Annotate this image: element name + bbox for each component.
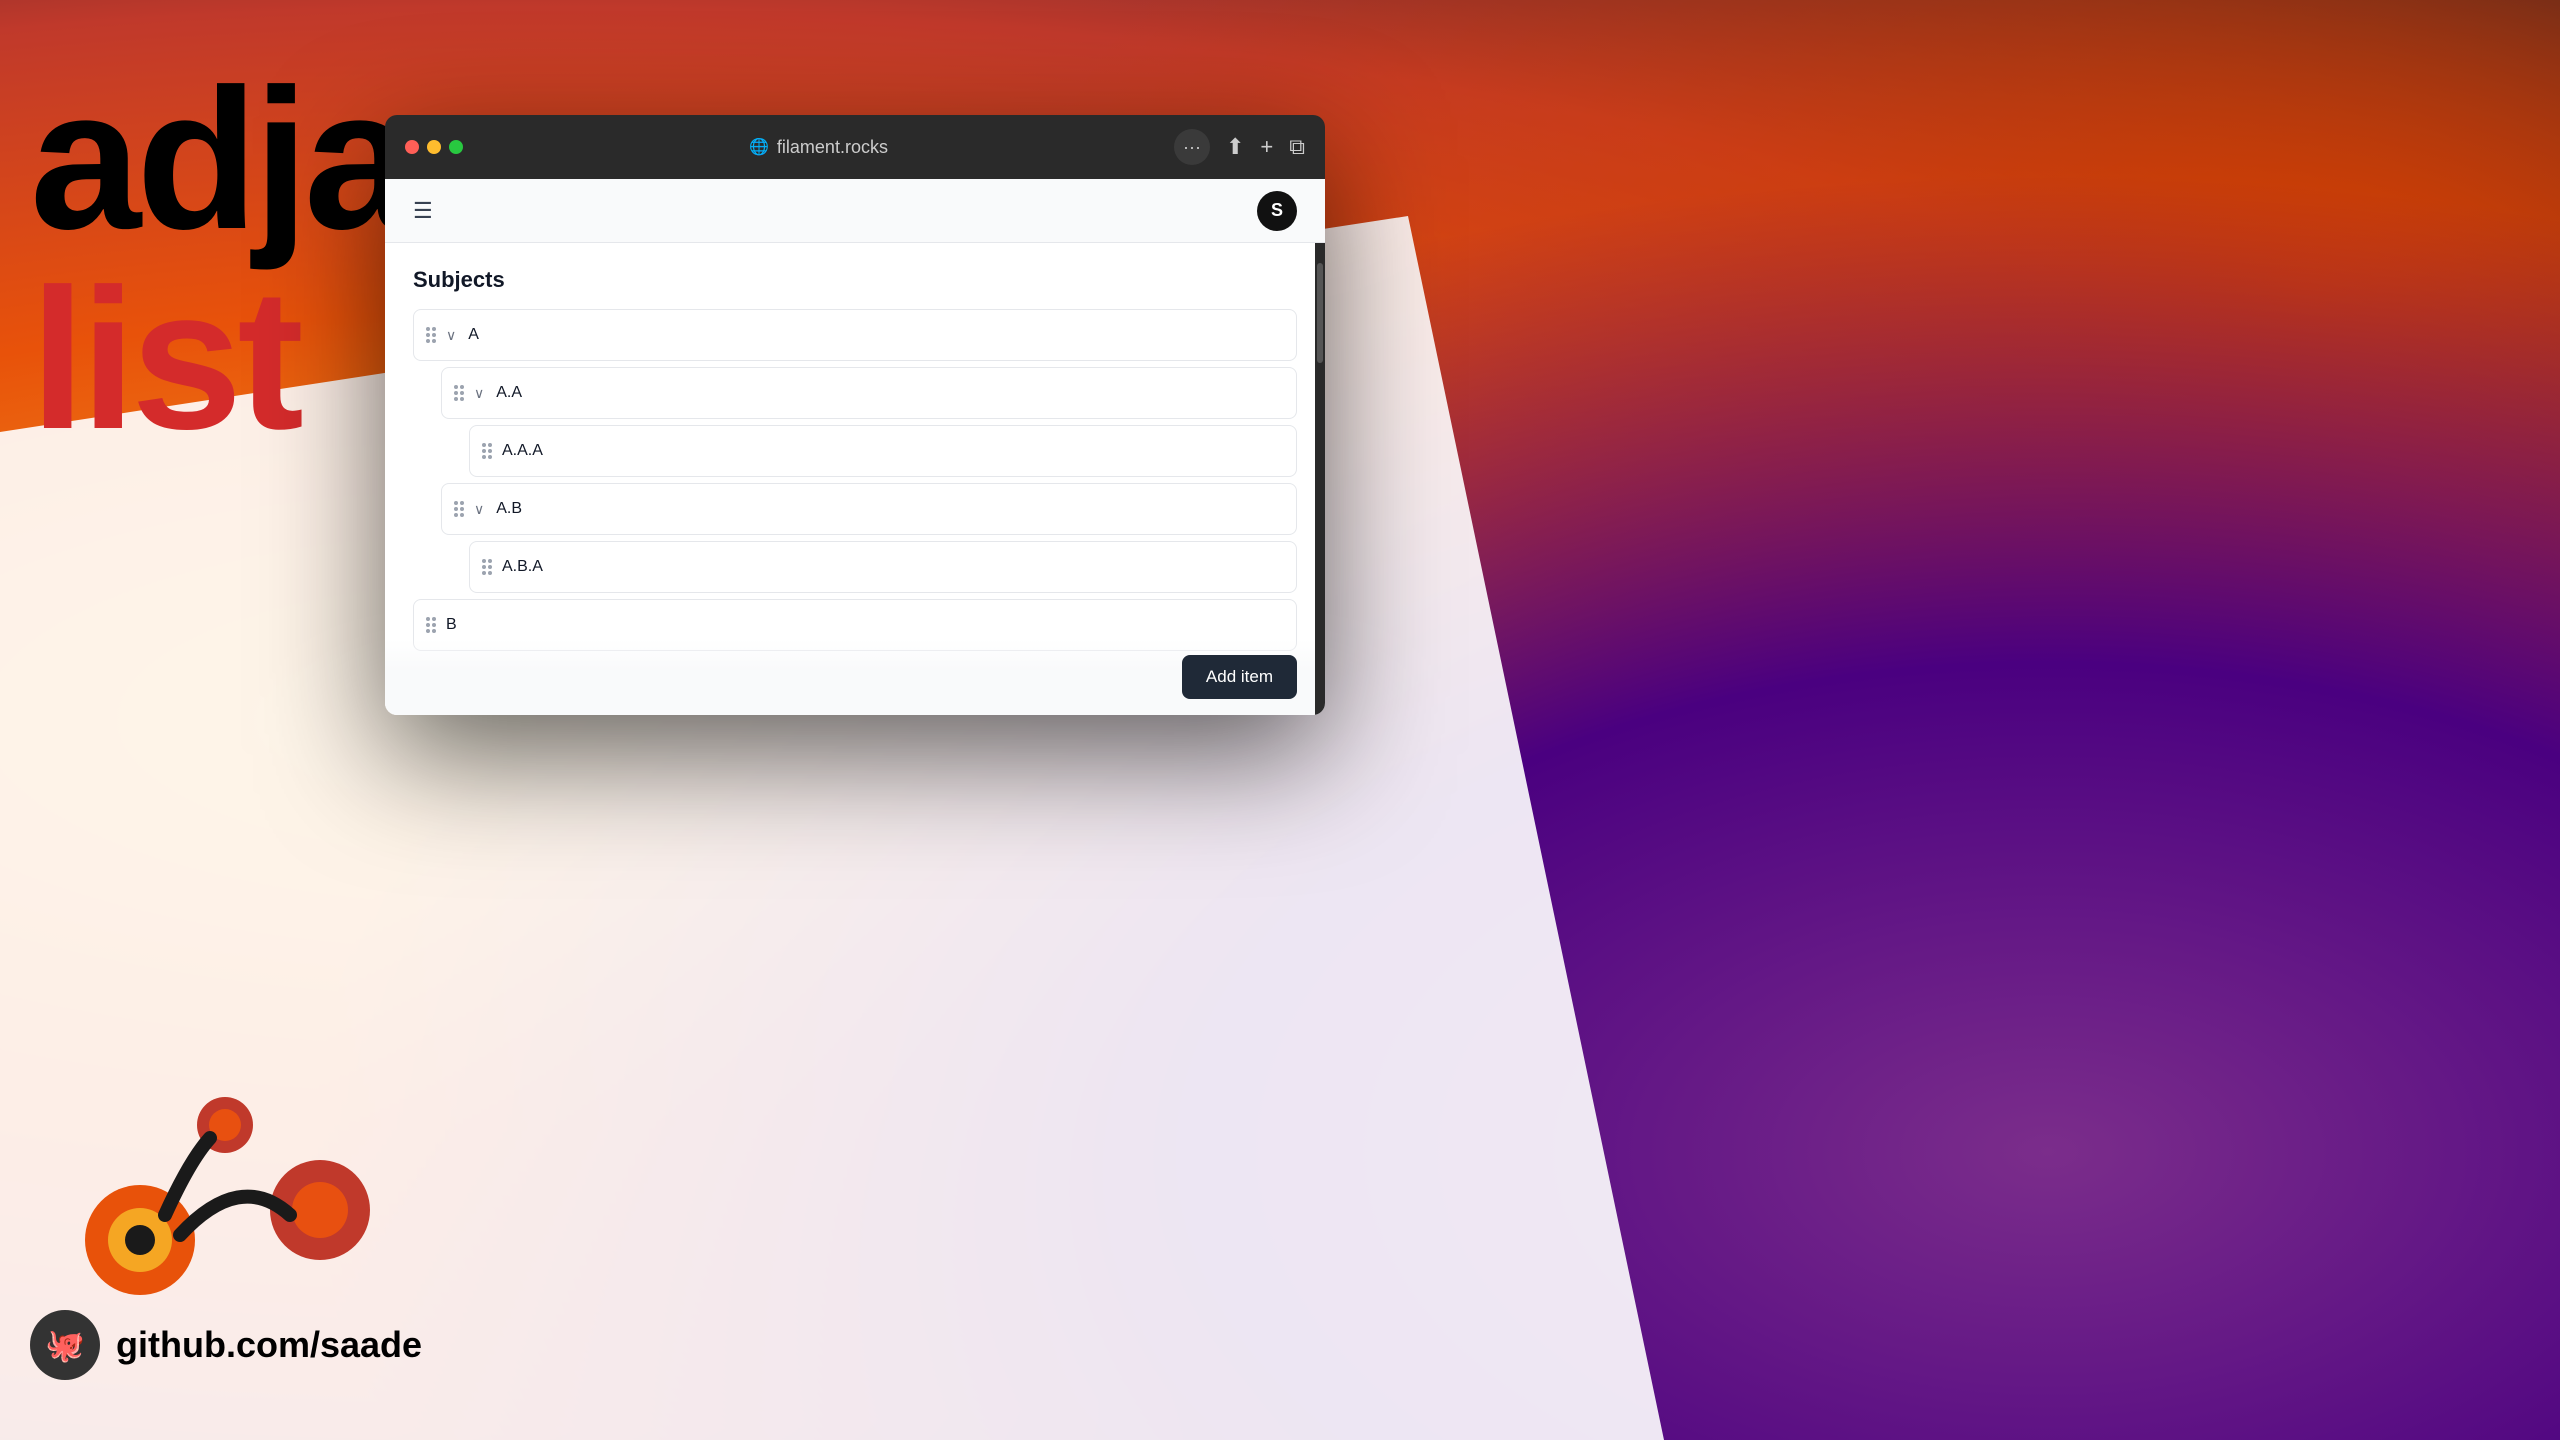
menu-icon[interactable]: ☰ xyxy=(413,198,433,224)
chevron-down-icon[interactable]: ∨ xyxy=(474,501,484,518)
browser-copy-button[interactable]: ⧉ xyxy=(1289,134,1305,160)
browser-close-dot[interactable] xyxy=(405,140,419,154)
browser-url-bar[interactable]: 🌐 filament.rocks xyxy=(475,137,1162,158)
github-url: github.com/saade xyxy=(116,1324,422,1366)
user-avatar[interactable]: S xyxy=(1257,191,1297,231)
navbar: ☰ S xyxy=(385,179,1325,243)
github-avatar: 🐙 xyxy=(30,1310,100,1380)
adjacency-list: ∨ A ∨ A.A xyxy=(413,309,1297,651)
browser-titlebar: 🌐 filament.rocks ··· ⬆ + ⧉ xyxy=(385,115,1325,179)
browser-more-button[interactable]: ··· xyxy=(1174,129,1210,165)
item-label: A.B.A xyxy=(502,558,543,576)
browser-traffic-lights xyxy=(405,140,463,154)
item-label: A.B xyxy=(496,500,522,518)
item-label: A xyxy=(468,326,479,344)
panel-footer: Add item xyxy=(385,639,1325,715)
item-label: B xyxy=(446,616,457,634)
scrollbar[interactable] xyxy=(1315,243,1325,715)
browser-maximize-dot[interactable] xyxy=(449,140,463,154)
drag-handle[interactable] xyxy=(482,443,492,459)
chevron-down-icon[interactable]: ∨ xyxy=(474,385,484,402)
item-label: A.A xyxy=(496,384,522,402)
drag-handle[interactable] xyxy=(454,385,464,401)
chevron-down-icon[interactable]: ∨ xyxy=(446,327,456,344)
drag-handle[interactable] xyxy=(482,559,492,575)
item-label: A.A.A xyxy=(502,442,543,460)
list-item[interactable]: ∨ A xyxy=(413,309,1297,361)
more-icon: ··· xyxy=(1183,137,1201,158)
drag-handle[interactable] xyxy=(454,501,464,517)
filament-panel: ☰ S Subjects ∨ A xyxy=(385,179,1325,715)
browser-window: 🌐 filament.rocks ··· ⬆ + ⧉ ☰ S Subjects xyxy=(385,115,1325,715)
github-link[interactable]: 🐙 github.com/saade xyxy=(30,1310,422,1380)
panel-content: Subjects ∨ A xyxy=(385,243,1325,675)
browser-url-text: filament.rocks xyxy=(777,137,888,158)
list-item[interactable]: A.A.A xyxy=(469,425,1297,477)
add-item-button[interactable]: Add item xyxy=(1182,655,1297,699)
list-item[interactable]: ∨ A.A xyxy=(441,367,1297,419)
drag-handle[interactable] xyxy=(426,617,436,633)
globe-icon: 🌐 xyxy=(749,137,769,157)
scrollbar-thumb[interactable] xyxy=(1317,263,1323,363)
drag-handle[interactable] xyxy=(426,327,436,343)
browser-content: ☰ S Subjects ∨ A xyxy=(385,179,1325,715)
browser-actions: ··· ⬆ + ⧉ xyxy=(1174,129,1305,165)
list-item[interactable]: A.B.A xyxy=(469,541,1297,593)
browser-share-button[interactable]: ⬆ xyxy=(1226,134,1244,160)
browser-new-tab-button[interactable]: + xyxy=(1260,134,1273,160)
git-decoration-icon xyxy=(50,1080,410,1340)
page-title: Subjects xyxy=(413,267,1297,293)
list-item[interactable]: ∨ A.B xyxy=(441,483,1297,535)
browser-minimize-dot[interactable] xyxy=(427,140,441,154)
